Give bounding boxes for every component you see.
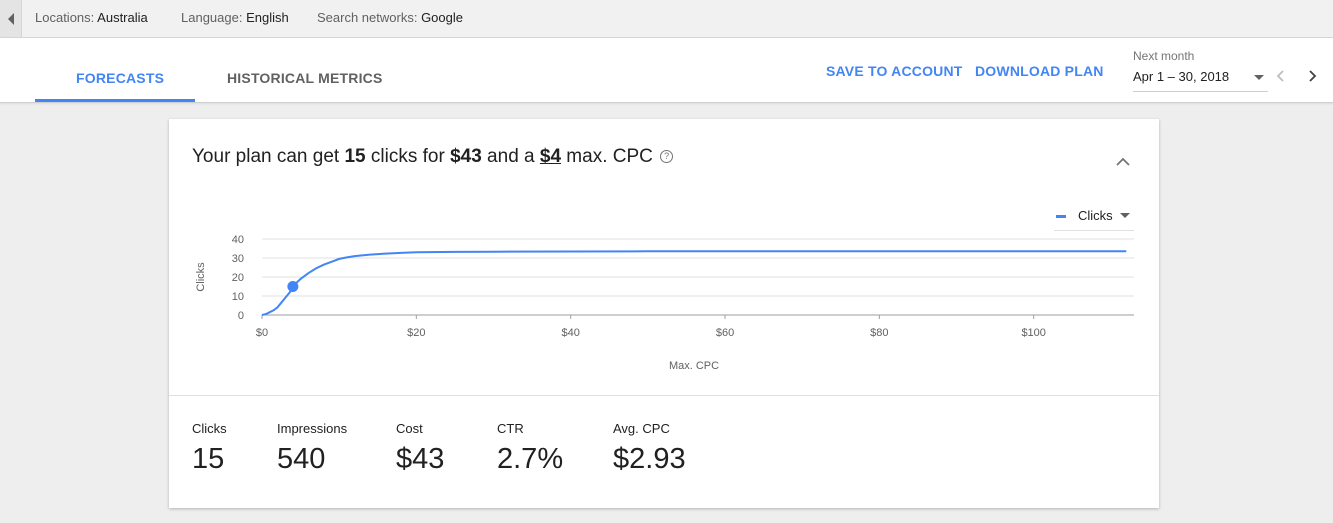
- x-tick-label: $20: [407, 327, 425, 339]
- metric-value: $2.93: [613, 443, 686, 475]
- current-bid-point: [287, 281, 299, 292]
- x-tick-label: $0: [256, 327, 268, 339]
- card-divider: [169, 395, 1159, 396]
- metric-label: Avg. CPC: [613, 421, 670, 436]
- date-range-caption: Next month: [1133, 49, 1195, 63]
- language-value: English: [246, 10, 289, 25]
- y-tick-label: 40: [232, 234, 244, 246]
- next-period-button[interactable]: [1303, 66, 1321, 86]
- metric-label: Cost: [396, 421, 423, 436]
- metric-value: 2.7%: [497, 443, 564, 475]
- y-tick-label: 10: [232, 291, 244, 303]
- active-tab-indicator: [35, 99, 195, 102]
- x-axis-title: Max. CPC: [669, 360, 719, 372]
- series-line-clicks: [261, 250, 1127, 316]
- networks-value: Google: [421, 10, 463, 25]
- language-label: Language:: [181, 10, 243, 25]
- locations-filter[interactable]: Locations: Australia: [35, 10, 148, 25]
- metric-impressions: Impressions 540: [277, 421, 347, 476]
- forecast-chart: 0 10 20 30 40 $0 $20 $40 $60 $80 $100 Max. CPC Click…: [195, 234, 1134, 372]
- locations-value: Australia: [97, 10, 148, 25]
- x-tick-label: $60: [716, 327, 734, 339]
- arrow-left-icon: [7, 12, 14, 25]
- date-range-select[interactable]: Apr 1 – 30, 2018: [1133, 66, 1268, 92]
- dropdown-arrow-icon: [1254, 75, 1264, 80]
- filter-bar: Locations: Australia Language: English S…: [0, 0, 1333, 38]
- metric-avg-cpc: Avg. CPC $2.93: [613, 421, 686, 476]
- y-tick-label: 30: [232, 253, 244, 265]
- chevron-left-icon: [1276, 70, 1284, 82]
- metric-clicks: Clicks 15: [192, 421, 227, 476]
- y-tick-label: 0: [238, 310, 244, 322]
- metric-cost: Cost $43: [396, 421, 444, 476]
- save-to-account-button[interactable]: SAVE TO ACCOUNT: [826, 63, 963, 79]
- metric-label: CTR: [497, 421, 524, 436]
- collapse-left-button[interactable]: [0, 0, 22, 37]
- metric-ctr: CTR 2.7%: [497, 421, 563, 476]
- x-tick-label: $80: [870, 327, 888, 339]
- previous-period-button[interactable]: [1272, 66, 1290, 86]
- networks-filter[interactable]: Search networks: Google: [317, 10, 463, 25]
- language-filter[interactable]: Language: English: [181, 10, 289, 25]
- x-tick-label: $100: [1021, 327, 1045, 339]
- metric-value: $43: [396, 443, 445, 475]
- plan-header: FORECASTS HISTORICAL METRICS SAVE TO ACC…: [0, 38, 1333, 103]
- locations-label: Locations:: [35, 10, 95, 25]
- chevron-right-icon: [1309, 70, 1317, 82]
- download-plan-button[interactable]: DOWNLOAD PLAN: [975, 63, 1104, 79]
- metric-value: 15: [192, 443, 225, 475]
- metric-value: 540: [277, 443, 326, 475]
- metric-label: Clicks: [192, 421, 227, 436]
- networks-label: Search networks:: [317, 10, 418, 25]
- date-range-value: Apr 1 – 30, 2018: [1133, 69, 1230, 84]
- forecast-card: Your plan can get 15 clicks for $43 and …: [169, 119, 1159, 508]
- x-tick-label: $40: [561, 327, 579, 339]
- y-axis-title: Clicks: [195, 262, 207, 292]
- y-tick-label: 20: [232, 272, 244, 284]
- tab-forecasts[interactable]: FORECASTS: [76, 70, 164, 86]
- metric-label: Impressions: [277, 421, 348, 436]
- tab-historical-metrics[interactable]: HISTORICAL METRICS: [227, 70, 383, 86]
